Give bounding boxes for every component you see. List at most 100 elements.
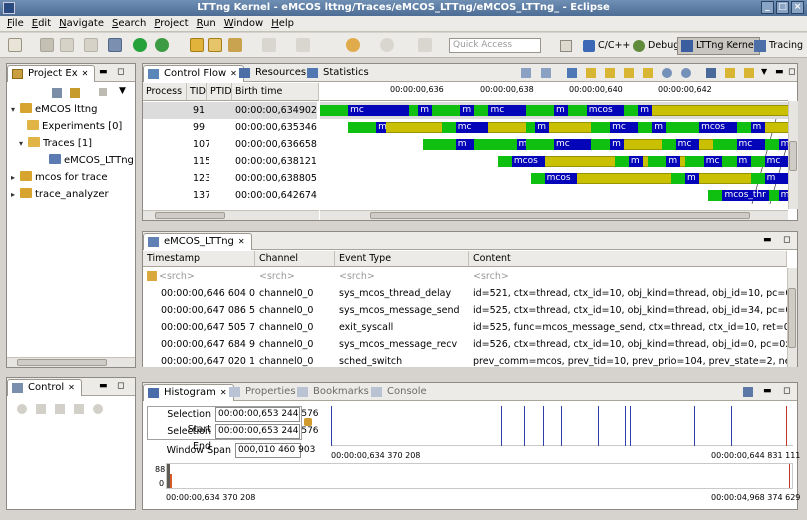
state-segment-syscall[interactable]: m bbox=[455, 139, 475, 150]
menu-project[interactable]: Project bbox=[150, 16, 192, 31]
state-segment-running[interactable] bbox=[713, 139, 737, 150]
search-timestamp-input[interactable]: <srch> bbox=[159, 268, 195, 285]
state-segment-syscall[interactable]: m bbox=[750, 122, 765, 133]
state-segment-running[interactable] bbox=[432, 105, 461, 116]
state-segment-syscall[interactable]: m bbox=[418, 105, 433, 116]
expand-toggle-icon[interactable]: ▸ bbox=[11, 170, 20, 186]
search-channel-input[interactable]: <srch> bbox=[259, 268, 295, 285]
maximize-icon[interactable]: ◻ bbox=[783, 235, 790, 245]
state-segment-running[interactable] bbox=[422, 139, 456, 150]
state-segment-running[interactable] bbox=[348, 122, 377, 133]
terminal-icon[interactable] bbox=[108, 38, 122, 52]
timeline-hscroll[interactable] bbox=[320, 210, 788, 220]
tree-item-trace-analyzer[interactable]: ▸ trace_analyzer bbox=[11, 187, 134, 204]
state-segment-running[interactable] bbox=[591, 139, 611, 150]
tab-control-flow[interactable]: Control Flow ✕ bbox=[143, 65, 244, 82]
column-process[interactable]: Process bbox=[143, 83, 187, 101]
close-tab-icon[interactable]: ✕ bbox=[238, 237, 245, 246]
tree-item-emcos-lttng[interactable]: ▾ eMCOS lttng bbox=[11, 102, 134, 119]
state-segment-running[interactable] bbox=[441, 122, 456, 133]
run-external-icon[interactable] bbox=[155, 38, 169, 52]
state-segment-running[interactable] bbox=[568, 105, 587, 116]
prev-annotation-icon[interactable] bbox=[296, 38, 310, 52]
minimize-icon[interactable]: ▬ bbox=[763, 235, 772, 245]
state-segment-running[interactable] bbox=[764, 139, 779, 150]
state-segment-running[interactable] bbox=[666, 122, 700, 133]
selection-end-field[interactable]: 00:00:00,653 244 576 bbox=[215, 424, 319, 439]
column-birth-time[interactable]: Birth time bbox=[232, 83, 319, 101]
tab-properties[interactable]: Properties bbox=[225, 384, 302, 401]
scroll-thumb[interactable] bbox=[17, 359, 107, 366]
open-type-icon[interactable] bbox=[208, 38, 222, 52]
time-scale[interactable]: 00:00:00,636 00:00:00,638 00:00:00,640 0… bbox=[320, 83, 788, 101]
state-segment-running[interactable] bbox=[525, 105, 554, 116]
state-segment-running[interactable] bbox=[750, 156, 765, 167]
state-segment-syscall[interactable]: mc bbox=[455, 122, 489, 133]
state-segment-syscall[interactable]: mc bbox=[675, 139, 700, 150]
close-tab-icon[interactable]: ✕ bbox=[82, 69, 89, 78]
state-segment-syscall[interactable]: mc bbox=[610, 122, 639, 133]
maximize-icon[interactable]: ◻ bbox=[783, 386, 790, 396]
state-segment-syscall[interactable]: mc bbox=[348, 105, 409, 116]
state-segment-syscall[interactable]: m bbox=[764, 173, 788, 184]
histogram-time-range-chart[interactable] bbox=[331, 406, 793, 446]
timeline-row[interactable]: mcos m m mc m mc bbox=[320, 153, 788, 170]
tree-item-emcos-lttng-trace[interactable]: eMCOS_LTTng bbox=[11, 153, 134, 170]
state-segment-running[interactable] bbox=[750, 173, 765, 184]
tools-icon[interactable] bbox=[228, 38, 242, 52]
tab-control[interactable]: Control ✕ bbox=[7, 379, 82, 396]
zoom-out-icon[interactable] bbox=[681, 68, 691, 78]
timeline-vscroll[interactable] bbox=[788, 101, 798, 209]
select-next-process-icon[interactable] bbox=[643, 68, 653, 78]
expand-toggle-icon[interactable]: ▾ bbox=[19, 136, 28, 152]
expand-toggle-icon[interactable]: ▾ bbox=[11, 102, 20, 118]
close-window-button[interactable]: × bbox=[791, 1, 804, 14]
state-segment-syscall[interactable]: m bbox=[628, 156, 643, 167]
back-icon[interactable] bbox=[346, 38, 360, 52]
events-vscroll[interactable] bbox=[787, 268, 797, 367]
search-row[interactable]: <srch> <srch> <srch> <srch> bbox=[143, 268, 785, 285]
menu-edit[interactable]: Edit bbox=[28, 16, 55, 31]
tab-statistics[interactable]: Statistics bbox=[303, 65, 375, 82]
state-segment-running[interactable] bbox=[685, 156, 704, 167]
open-folder-icon[interactable] bbox=[190, 38, 204, 52]
column-event-type[interactable]: Event Type bbox=[335, 251, 469, 267]
scroll-thumb[interactable] bbox=[789, 141, 797, 171]
state-segment-running[interactable] bbox=[530, 173, 545, 184]
pin-icon[interactable] bbox=[418, 38, 432, 52]
tab-histogram[interactable]: Histogram ✕ bbox=[143, 384, 234, 401]
state-segment-syscall[interactable]: mcos bbox=[511, 156, 545, 167]
event-row[interactable]: 00:00:00,647 086 583 channel0_0 sys_mcos_m… bbox=[143, 302, 787, 319]
menu-navigate[interactable]: Navigate bbox=[55, 16, 108, 31]
state-segment-running[interactable] bbox=[736, 122, 751, 133]
select-previous-process-icon[interactable] bbox=[624, 68, 634, 78]
state-segment-syscall[interactable]: mcos bbox=[586, 105, 625, 116]
menu-run[interactable]: Run bbox=[193, 16, 220, 31]
event-row[interactable]: 00:00:00,647 020 125 channel0_0 sched_swit… bbox=[143, 353, 787, 370]
link-selection-icon[interactable] bbox=[304, 418, 312, 426]
zoom-in-icon[interactable] bbox=[662, 68, 672, 78]
timeline-row[interactable]: m m mc m mc mc m bbox=[320, 136, 788, 153]
save-all-icon[interactable] bbox=[60, 38, 74, 52]
menu-window[interactable]: Window bbox=[220, 16, 267, 31]
state-segment-running[interactable] bbox=[769, 190, 779, 201]
save-icon[interactable] bbox=[40, 38, 54, 52]
column-tid[interactable]: TID bbox=[187, 83, 207, 101]
timeline-row[interactable]: m mc m mc m mcos m bbox=[320, 119, 788, 136]
event-row[interactable]: 00:00:00,647 684 958 channel0_0 sys_mcos_m… bbox=[143, 336, 787, 353]
hide-lost-events-icon[interactable] bbox=[743, 387, 753, 397]
perspective-cpp[interactable]: C/C++ bbox=[579, 37, 634, 55]
window-span-field[interactable]: 000,010 460 903 bbox=[235, 443, 315, 458]
perspective-tracing[interactable]: Tracing bbox=[750, 37, 807, 55]
timeline-area[interactable]: mc m m mc m mcos m m mc m mc m mcos m m m mc m mc mc m mcos m m… bbox=[320, 102, 788, 204]
process-row[interactable]: 91 00:00:00,634902047 bbox=[143, 102, 317, 119]
state-segment-running[interactable] bbox=[614, 156, 629, 167]
state-segment-running[interactable] bbox=[638, 122, 653, 133]
state-segment-syscall[interactable]: mc bbox=[736, 139, 765, 150]
state-segment-running[interactable] bbox=[320, 105, 349, 116]
state-segment-running[interactable] bbox=[671, 173, 686, 184]
state-segment-syscall[interactable]: mc bbox=[554, 139, 592, 150]
tab-emcos-lttng[interactable]: eMCOS_LTTng ✕ bbox=[143, 233, 252, 250]
menu-help[interactable]: Help bbox=[267, 16, 298, 31]
view-menu-chevron-icon[interactable]: ▼ bbox=[761, 67, 767, 76]
